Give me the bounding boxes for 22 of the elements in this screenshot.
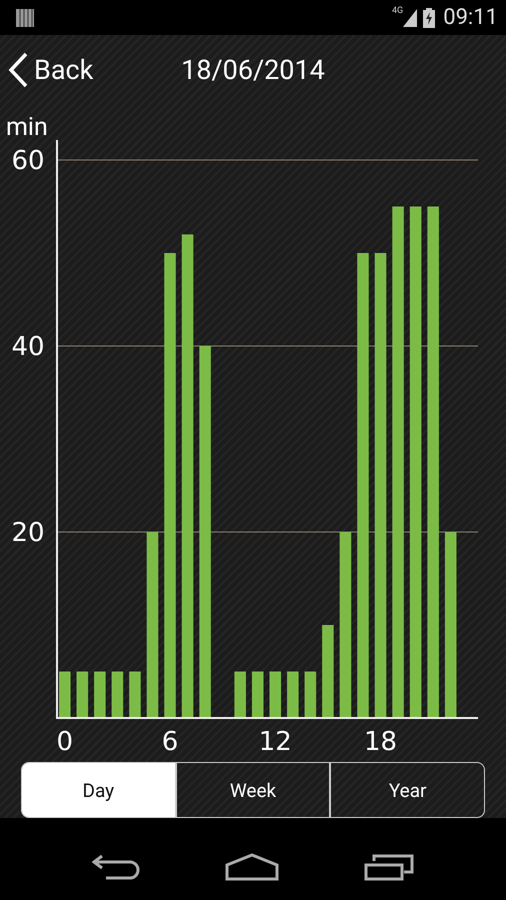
axis-label: min [6, 115, 48, 140]
x-tick-label: 12 [258, 727, 292, 757]
notification-icon [16, 8, 34, 26]
back-button[interactable]: Back [0, 52, 94, 88]
chevron-icon [8, 52, 28, 88]
x-tick-label: 18 [364, 727, 398, 757]
period-tab[interactable]: Year [329, 763, 484, 817]
signal-icon [403, 8, 418, 26]
clock: 09:11 [443, 5, 498, 30]
period-tab[interactable]: Week [174, 763, 330, 817]
home-icon[interactable] [224, 852, 279, 880]
recent-apps-icon[interactable] [364, 852, 414, 880]
y-tick-label: 60 [11, 146, 45, 176]
back-icon[interactable] [92, 852, 140, 880]
y-tick-label: 40 [11, 332, 45, 362]
y-tick-label: 20 [11, 518, 45, 548]
battery-icon [423, 8, 436, 28]
network-type: 4G [392, 6, 404, 16]
x-tick-label: 6 [162, 727, 178, 757]
x-tick-label: 0 [56, 727, 74, 757]
period-tab[interactable]: Day [22, 763, 175, 817]
date-title: 18/06/2014 [181, 54, 325, 86]
